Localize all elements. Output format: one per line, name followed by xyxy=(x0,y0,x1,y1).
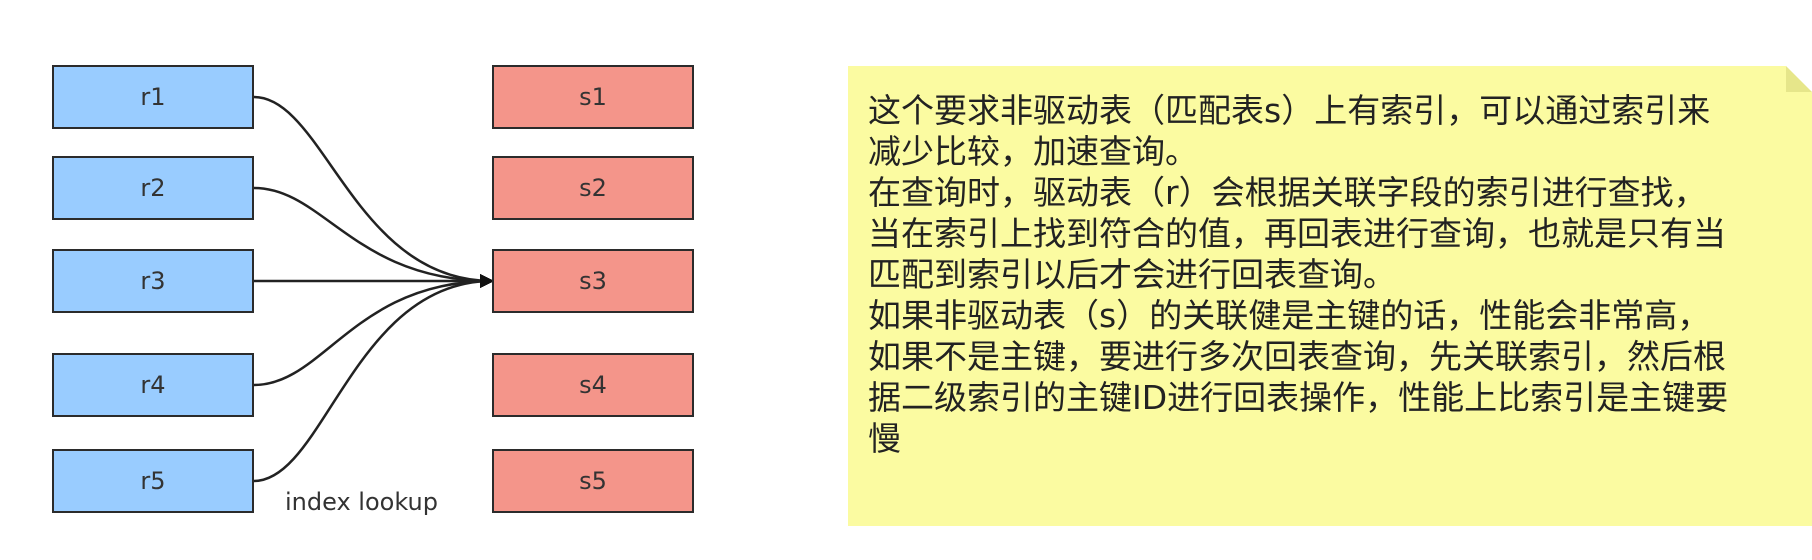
edge-r1-s3 xyxy=(253,95,494,288)
note-fold-corner xyxy=(1786,66,1812,92)
node-label: s4 xyxy=(579,371,607,399)
note-line: 如果不是主键，要进行多次回表查询，先关联索引，然后根 xyxy=(868,337,1726,376)
note-line: 慢 xyxy=(868,419,901,458)
node-r5[interactable]: r5 xyxy=(52,449,254,513)
node-label: r1 xyxy=(140,83,166,111)
node-s2[interactable]: s2 xyxy=(492,156,694,220)
node-r4[interactable]: r4 xyxy=(52,353,254,417)
node-r2[interactable]: r2 xyxy=(52,156,254,220)
node-r3[interactable]: r3 xyxy=(52,249,254,313)
edge-label: index lookup xyxy=(285,488,438,516)
note-line: 如果非驱动表（s）的关联健是主键的话，性能会非常高， xyxy=(868,296,1711,335)
node-label: r3 xyxy=(140,267,166,295)
node-s4[interactable]: s4 xyxy=(492,353,694,417)
node-s3[interactable]: s3 xyxy=(492,249,694,313)
node-label: s3 xyxy=(579,267,607,295)
note-line: 匹配到索引以后才会进行回表查询。 xyxy=(868,255,1396,294)
note-line: 在查询时，驱动表（r）会根据关联字段的索引进行查找， xyxy=(868,173,1707,212)
note-line: 据二级索引的主键ID进行回表操作，性能上比索引是主键要 xyxy=(868,378,1729,417)
node-s5[interactable]: s5 xyxy=(492,449,694,513)
sticky-note[interactable]: 这个要求非驱动表（匹配表s）上有索引，可以通过索引来 减少比较，加速查询。 在查… xyxy=(848,66,1812,526)
note-line: 这个要求非驱动表（匹配表s）上有索引，可以通过索引来 xyxy=(868,91,1711,130)
node-label: s1 xyxy=(579,83,607,111)
node-r1[interactable]: r1 xyxy=(52,65,254,129)
edge-r5-s3 xyxy=(253,274,494,483)
node-label: s2 xyxy=(579,174,607,202)
note-line: 当在索引上找到符合的值，再回表进行查询，也就是只有当 xyxy=(868,214,1726,253)
node-s1[interactable]: s1 xyxy=(492,65,694,129)
note-line: 减少比较，加速查询。 xyxy=(868,132,1198,171)
node-label: r2 xyxy=(140,174,166,202)
node-label: r4 xyxy=(140,371,166,399)
node-label: r5 xyxy=(140,467,166,495)
node-label: s5 xyxy=(579,467,607,495)
edge-r4-s3 xyxy=(253,274,494,387)
edge-r2-s3 xyxy=(253,186,494,288)
